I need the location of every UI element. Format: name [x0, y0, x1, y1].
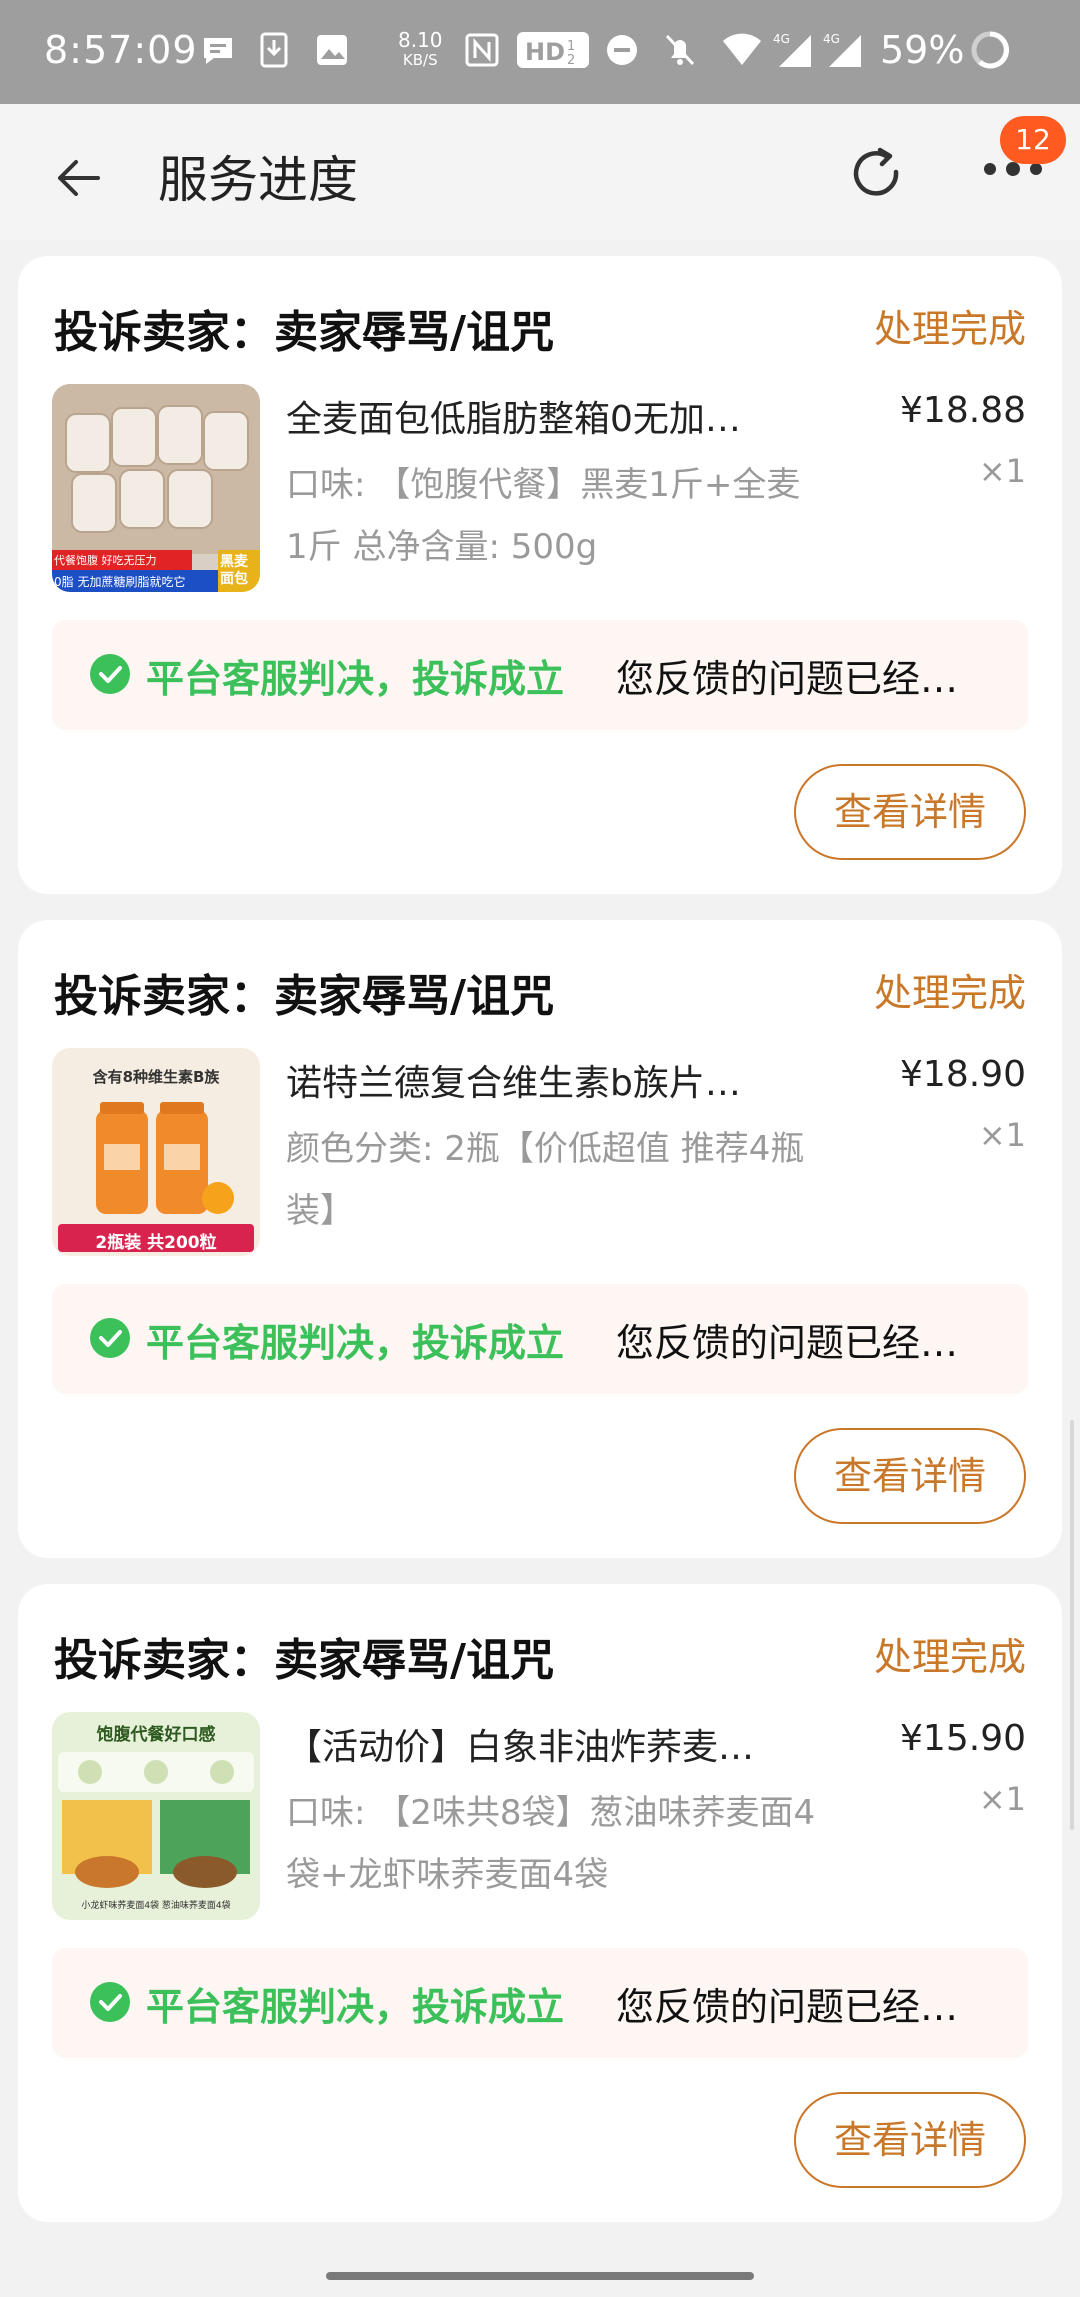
- complaint-title: 投诉卖家：卖家辱骂/诅咒: [54, 1635, 555, 1686]
- image-icon: [312, 28, 352, 72]
- product-thumbnail[interactable]: 饱腹代餐好口感 小龙虾味荞麦面4袋 葱油味荞麦面4袋: [52, 1712, 260, 1920]
- verdict-message: 您反馈的问题已经…: [616, 1321, 959, 1365]
- scrollbar[interactable]: [1070, 1420, 1074, 1830]
- check-circle-icon: [90, 1318, 130, 1358]
- status-label: 处理完成: [873, 1635, 1026, 1679]
- svg-text:HD: HD: [525, 38, 565, 66]
- thumb-bottom-text: 0脂 无加蔗糖刷脂就吃它: [54, 575, 186, 589]
- check-circle-icon: [90, 1982, 130, 2022]
- product-name[interactable]: 【活动价】白象非油炸荞麦…: [286, 1718, 806, 1770]
- verdict-box[interactable]: 平台客服判决，投诉成立 您反馈的问题已经…: [52, 1948, 1028, 2058]
- svg-text:4G: 4G: [823, 32, 840, 46]
- product-thumbnail[interactable]: 含有8种维生素B族 2瓶装 共200粒: [52, 1048, 260, 1256]
- check-circle-icon: [90, 654, 130, 694]
- mute-icon: [660, 28, 700, 72]
- view-details-button[interactable]: 查看详情: [794, 764, 1026, 860]
- page-title: 服务进度: [158, 151, 358, 209]
- thumb-bottom-text: 小龙虾味荞麦面4袋 葱油味荞麦面4袋: [81, 1901, 231, 1911]
- back-button[interactable]: [50, 148, 110, 208]
- view-details-button[interactable]: 查看详情: [794, 1428, 1026, 1524]
- product-name[interactable]: 全麦面包低脂肪整箱0无加…: [286, 390, 806, 442]
- notification-badge: 12: [1000, 116, 1066, 164]
- verdict-result: 平台客服判决，投诉成立: [146, 1985, 565, 2029]
- battery-ring-icon: [968, 28, 1012, 72]
- signal-4g-icon: 4G: [822, 28, 864, 72]
- product-spec: 口味: 【2味共8袋】葱油味荞麦面4袋+龙虾味荞麦面4袋: [286, 1793, 816, 1895]
- view-details-button[interactable]: 查看详情: [794, 2092, 1026, 2188]
- dnd-icon: [602, 28, 642, 72]
- signal-4g-icon: 4G: [772, 28, 814, 72]
- clock: 8:57:09: [44, 28, 198, 72]
- status-bar: 8:57:09 8.10 KB/S HD 1 2 4G 4G 59%: [0, 0, 1080, 104]
- nfc-icon: [462, 28, 502, 72]
- verdict-message: 您反馈的问题已经…: [616, 1985, 959, 2029]
- product-thumbnail[interactable]: 代餐饱腹 好吃无压力 0脂 无加蔗糖刷脂就吃它 黑麦面包: [52, 384, 260, 592]
- home-indicator[interactable]: [326, 2272, 754, 2280]
- product-quantity: ×1: [978, 1780, 1026, 1818]
- status-label: 处理完成: [873, 971, 1026, 1015]
- product-price: ¥15.90: [900, 1718, 1026, 1759]
- wifi-icon: [720, 28, 764, 72]
- verdict-message: 您反馈的问题已经…: [616, 657, 959, 701]
- thumb-top-text: 饱腹代餐好口感: [96, 1725, 216, 1745]
- complaint-card: 投诉卖家：卖家辱骂/诅咒 处理完成 饱腹代餐好口感 小龙虾味荞麦面4袋 葱油味荞…: [18, 1584, 1062, 2222]
- product-price: ¥18.90: [900, 1054, 1026, 1095]
- thumb-bottom-text: 2瓶装 共200粒: [95, 1233, 217, 1253]
- refresh-icon: [853, 147, 899, 196]
- complaint-card: 投诉卖家：卖家辱骂/诅咒 处理完成 含有8种维生素B族 2瓶装 共200粒 诺特…: [18, 920, 1062, 1558]
- hd-icon: HD 1 2: [516, 28, 590, 72]
- verdict-box[interactable]: 平台客服判决，投诉成立 您反馈的问题已经…: [52, 620, 1028, 730]
- thumb-tag: 黑麦面包: [220, 554, 248, 587]
- thumb-top-text: 含有8种维生素B族: [92, 1068, 220, 1086]
- battery-percent: 59%: [880, 28, 965, 72]
- thumb-top-text: 代餐饱腹 好吃无压力: [54, 554, 157, 567]
- product-quantity: ×1: [978, 1116, 1026, 1154]
- svg-text:1: 1: [567, 39, 575, 54]
- svg-text:2: 2: [567, 53, 575, 68]
- complaint-title: 投诉卖家：卖家辱骂/诅咒: [54, 971, 555, 1022]
- network-speed: 8.10 KB/S: [398, 28, 443, 69]
- app-header: 服务进度: [0, 104, 1080, 240]
- verdict-box[interactable]: 平台客服判决，投诉成立 您反馈的问题已经…: [52, 1284, 1028, 1394]
- complaint-title: 投诉卖家：卖家辱骂/诅咒: [54, 307, 555, 358]
- chat-bubble-icon: [196, 28, 240, 72]
- product-spec: 颜色分类: 2瓶【价低超值 推荐4瓶装】: [286, 1129, 805, 1231]
- svg-text:4G: 4G: [773, 32, 790, 46]
- status-label: 处理完成: [873, 307, 1026, 351]
- verdict-result: 平台客服判决，投诉成立: [146, 1321, 565, 1365]
- complaint-card: 投诉卖家：卖家辱骂/诅咒 处理完成 代餐饱腹 好吃无压力 0脂 无加蔗糖刷脂就吃…: [18, 256, 1062, 894]
- product-name[interactable]: 诺特兰德复合维生素b族片…: [286, 1054, 806, 1106]
- verdict-result: 平台客服判决，投诉成立: [146, 657, 565, 701]
- product-spec: 口味: 【饱腹代餐】黑麦1斤+全麦1斤 总净含量: 500g: [286, 465, 801, 567]
- product-price: ¥18.88: [900, 390, 1026, 431]
- product-quantity: ×1: [978, 452, 1026, 490]
- arrow-left-icon: [58, 160, 100, 196]
- download-icon: [256, 28, 292, 72]
- refresh-button[interactable]: [844, 142, 910, 208]
